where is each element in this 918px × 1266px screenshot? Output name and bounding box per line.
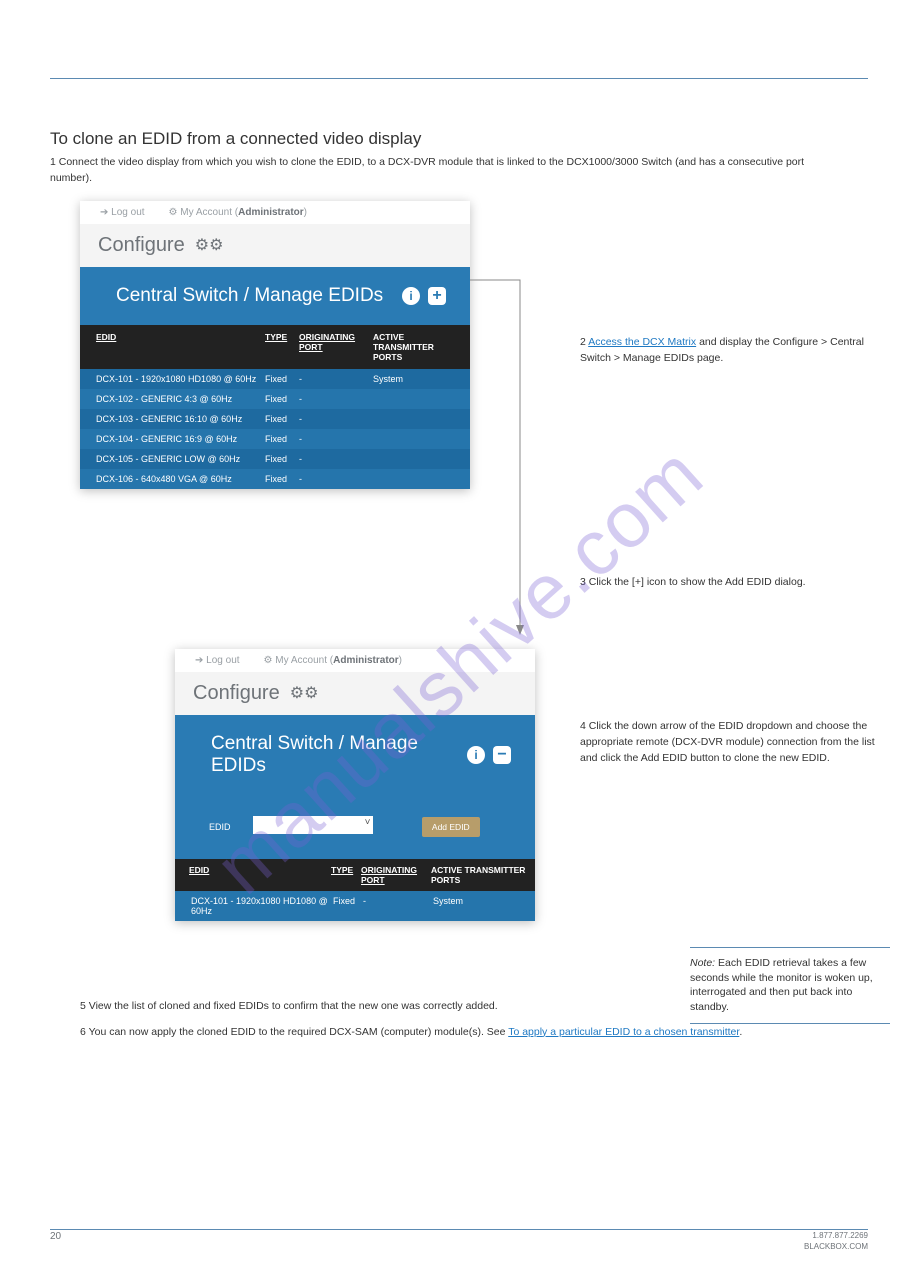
edid-label: EDID: [209, 822, 249, 832]
col-orig[interactable]: ORIGINATING PORT: [299, 332, 373, 362]
link-page18[interactable]: Access the DCX Matrix: [588, 336, 696, 348]
screenshot-add-edid: ➔ Log out ⚙ My Account (Administrator) C…: [175, 649, 535, 921]
col-active: ACTIVE TRANSMITTER PORTS: [373, 332, 460, 362]
col-edid[interactable]: EDID: [183, 865, 331, 885]
edid-select[interactable]: [253, 816, 373, 834]
table-row[interactable]: DCX-101 - 1920x1080 HD1080 @ 60HzFixed-S…: [175, 891, 535, 921]
ui-myaccount[interactable]: ⚙ My Account (Administrator): [169, 207, 307, 218]
table-header: EDID TYPE ORIGINATING PORT ACTIVE TRANSM…: [80, 325, 470, 369]
collapse-icon[interactable]: −: [493, 746, 511, 764]
ui-configure-row: Configure ⚙⚙: [175, 672, 535, 715]
ui-page-header: Central Switch / Manage EDIDs i −: [175, 715, 535, 795]
configure-label: Configure: [98, 234, 185, 257]
info-icon[interactable]: i: [402, 287, 420, 305]
table-row[interactable]: DCX-102 - GENERIC 4:3 @ 60HzFixed-: [80, 389, 470, 409]
ui-logout[interactable]: ➔ Log out: [100, 207, 145, 218]
add-icon[interactable]: +: [428, 287, 446, 305]
table-row[interactable]: DCX-106 - 640x480 VGA @ 60HzFixed-: [80, 469, 470, 489]
ui-logout[interactable]: ➔ Log out: [195, 655, 240, 666]
table-rows: DCX-101 - 1920x1080 HD1080 @ 60HzFixed-S…: [80, 369, 470, 489]
table-row[interactable]: DCX-104 - GENERIC 16:9 @ 60HzFixed-: [80, 429, 470, 449]
ui-topbar: ➔ Log out ⚙ My Account (Administrator): [80, 201, 470, 224]
ui-configure-row: Configure ⚙⚙: [80, 224, 470, 267]
steps-5-6: 5 View the list of cloned and fixed EDID…: [80, 999, 860, 1051]
step-3: 3 Click the [+] icon to show the Add EDI…: [580, 575, 890, 591]
screenshot-manage-edids-list: ➔ Log out ⚙ My Account (Administrator) C…: [80, 201, 470, 489]
footer-phone: 1.877.877.2269: [804, 1231, 868, 1241]
add-edid-block: EDID Add EDID: [175, 795, 535, 859]
gears-icon: ⚙⚙: [195, 235, 224, 255]
table-row[interactable]: DCX-103 - GENERIC 16:10 @ 60HzFixed-: [80, 409, 470, 429]
page-title: Central Switch / Manage EDIDs: [211, 733, 467, 777]
col-edid[interactable]: EDID: [90, 332, 265, 362]
configure-label: Configure: [193, 682, 280, 705]
table-row[interactable]: DCX-105 - GENERIC LOW @ 60HzFixed-: [80, 449, 470, 469]
footer-divider: [50, 1229, 868, 1230]
top-divider: [50, 78, 868, 79]
link-apply-edid[interactable]: To apply a particular EDID to a chosen t…: [508, 1026, 739, 1038]
ui-topbar: ➔ Log out ⚙ My Account (Administrator): [175, 649, 535, 672]
col-type[interactable]: TYPE: [331, 865, 361, 885]
page-number: 20: [50, 1231, 61, 1252]
logout-icon: ➔: [100, 207, 108, 218]
table-header: EDID TYPE ORIGINATING PORT ACTIVE TRANSM…: [175, 859, 535, 891]
ui-myaccount[interactable]: ⚙ My Account (Administrator): [264, 655, 402, 666]
step-2: 2 Access the DCX Matrix and display the …: [580, 335, 890, 367]
callout-arrow: [470, 279, 530, 639]
logout-icon: ➔: [195, 655, 203, 666]
col-active: ACTIVE TRANSMITTER PORTS: [431, 865, 527, 885]
table-row[interactable]: DCX-101 - 1920x1080 HD1080 @ 60HzFixed-S…: [80, 369, 470, 389]
gears-icon: ⚙: [264, 655, 273, 666]
step-4: 4 Click the down arrow of the EDID dropd…: [580, 719, 890, 766]
gears-icon: ⚙⚙: [290, 683, 319, 703]
col-orig[interactable]: ORIGINATING PORT: [361, 865, 431, 885]
footer: 20 1.877.877.2269 BLACKBOX.COM: [50, 1231, 868, 1252]
col-type[interactable]: TYPE: [265, 332, 299, 362]
add-edid-button[interactable]: Add EDID: [422, 817, 480, 837]
gears-icon: ⚙: [169, 207, 178, 218]
table-rows: DCX-101 - 1920x1080 HD1080 @ 60HzFixed-S…: [175, 891, 535, 921]
ui-page-header: Central Switch / Manage EDIDs i +: [80, 267, 470, 325]
page-title: Central Switch / Manage EDIDs: [116, 285, 383, 307]
footer-email: BLACKBOX.COM: [804, 1242, 868, 1252]
section-intro: 1 Connect the video display from which y…: [50, 155, 820, 187]
section-title: To clone an EDID from a connected video …: [50, 129, 868, 149]
info-icon[interactable]: i: [467, 746, 485, 764]
